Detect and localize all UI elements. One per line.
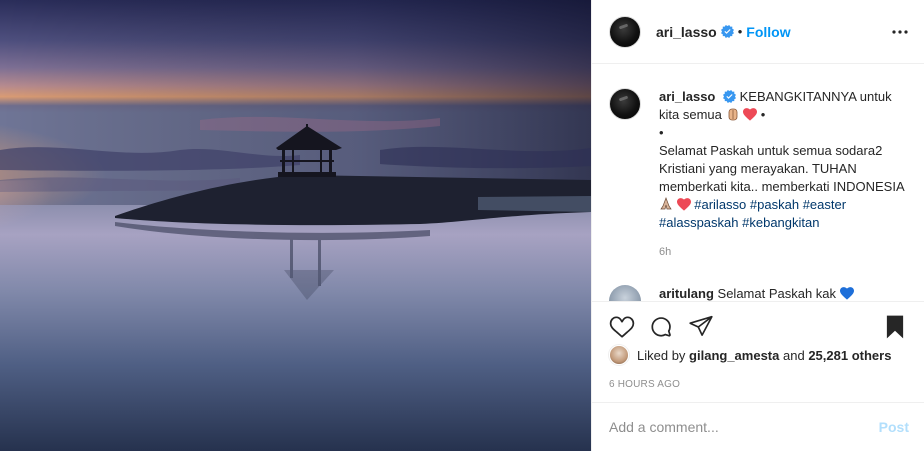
commenter-avatar[interactable]	[609, 285, 641, 301]
paper-plane-icon[interactable]	[688, 314, 714, 340]
bookmark-filled-icon[interactable]	[882, 314, 908, 340]
hashtag-link[interactable]: #kebangkitan	[742, 215, 819, 230]
author-avatar[interactable]	[609, 15, 641, 48]
verified-badge-icon	[720, 25, 734, 38]
more-options-icon[interactable]	[889, 21, 911, 43]
post-header: ari_lasso • Follow	[592, 0, 924, 64]
comment-body: Selamat Paskah kak	[717, 286, 837, 301]
post-age[interactable]: 6 HOURS AGO	[609, 379, 680, 390]
folded-hands-emoji-icon	[660, 197, 672, 210]
likes-prefix: Liked by	[637, 347, 686, 363]
likes-summary: Liked by gilang_amesta and 25,281 others	[609, 345, 891, 365]
liker-username[interactable]: gilang_amesta	[689, 348, 779, 363]
caption-time-ago[interactable]: 6h	[659, 243, 909, 261]
caption-bullet-2: •	[659, 125, 664, 140]
red-heart-emoji-icon	[676, 198, 691, 211]
action-bar	[592, 301, 924, 351]
sunset-gazebo-photo	[0, 0, 591, 451]
caption-text: ari_lasso KEBANGKITANNYA untuk kita semu…	[659, 88, 909, 261]
post-comment-button[interactable]: Post	[879, 419, 909, 435]
post-side-panel: ari_lasso • Follow ari_lasso KEBANGKITAN…	[591, 0, 924, 451]
separator-dot: •	[737, 24, 743, 39]
hashtag-link[interactable]: #alasspaskah	[659, 215, 739, 230]
comment-text: aritulang Selamat Paskah kak	[659, 285, 854, 301]
comment-icon[interactable]	[649, 314, 675, 340]
comments-area[interactable]: ari_lasso KEBANGKITANNYA untuk kita semu…	[592, 65, 924, 301]
caption-author-avatar[interactable]	[609, 88, 641, 120]
caption-body: Selamat Paskah untuk semua sodara2 Krist…	[659, 143, 904, 194]
comment-input[interactable]	[609, 419, 879, 435]
comment-row: aritulang Selamat Paskah kak	[609, 285, 854, 301]
likes-count[interactable]: 25,281 others	[808, 348, 891, 363]
blue-heart-emoji-icon	[839, 287, 854, 300]
hashtag-link[interactable]: #arilasso	[694, 197, 746, 212]
liker-avatar[interactable]	[609, 345, 629, 365]
likes-and: and	[783, 347, 805, 363]
hashtag-link[interactable]: #paskah	[750, 197, 799, 212]
post-photo[interactable]	[0, 0, 591, 451]
heart-outline-icon[interactable]	[609, 314, 635, 340]
hashtag-link[interactable]: #easter	[803, 197, 846, 212]
verified-badge-icon	[723, 90, 736, 103]
author-username[interactable]: ari_lasso	[656, 24, 717, 40]
instagram-post: ari_lasso • Follow ari_lasso KEBANGKITAN…	[0, 0, 924, 451]
caption-username[interactable]: ari_lasso	[659, 89, 715, 104]
praying-hands-emoji-icon	[728, 108, 737, 121]
add-comment-bar: Post	[592, 402, 924, 451]
commenter-username[interactable]: aritulang	[659, 286, 714, 301]
post-caption: ari_lasso KEBANGKITANNYA untuk kita semu…	[609, 88, 909, 261]
red-heart-emoji-icon	[743, 108, 758, 121]
follow-button[interactable]: Follow	[746, 24, 790, 40]
caption-bullet-1: •	[760, 107, 766, 122]
